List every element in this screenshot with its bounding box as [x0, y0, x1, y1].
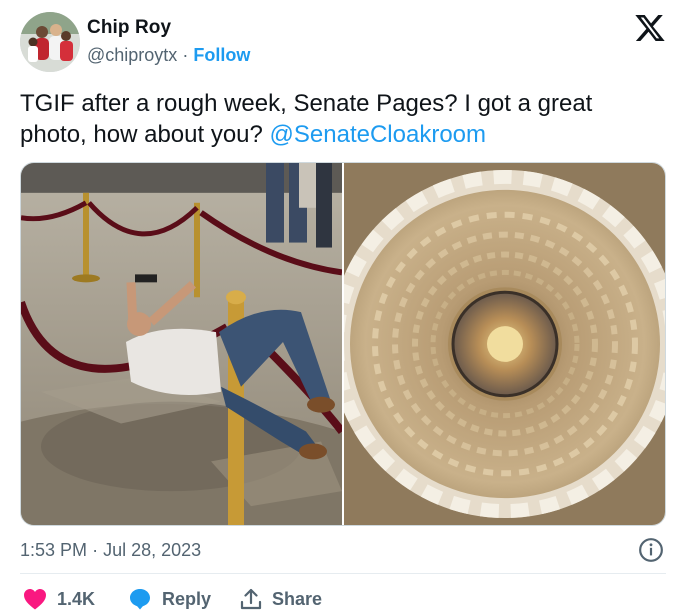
handle-separator: · [182, 45, 189, 65]
avatar-photo [20, 12, 80, 72]
tweet-date: Jul 28, 2023 [103, 540, 202, 560]
author-avatar[interactable] [20, 12, 80, 72]
photo-rotunda-floor[interactable] [21, 163, 342, 525]
share-label: Share [272, 588, 323, 609]
author-name[interactable]: Chip Roy [87, 17, 171, 39]
reply-bubble-icon [130, 589, 150, 610]
share-upload-icon [240, 588, 262, 610]
reply-button[interactable]: Reply [128, 586, 211, 612]
follow-button[interactable]: Follow [193, 45, 250, 65]
tweet-text: TGIF after a rough week, Senate Pages? I… [20, 88, 660, 150]
heart-icon [24, 589, 46, 610]
tweet-timestamp[interactable]: 1:53 PM · Jul 28, 2023 [20, 540, 201, 561]
info-icon[interactable] [638, 537, 664, 563]
tweet-time: 1:53 PM [20, 540, 88, 560]
rotunda-dome-photo [344, 163, 665, 525]
author-handle[interactable]: @chiproytx [87, 45, 177, 65]
divider [20, 573, 666, 574]
reply-label: Reply [162, 588, 212, 609]
photo-rotunda-dome[interactable] [344, 163, 665, 525]
media-grid [20, 162, 666, 526]
rotunda-floor-photo [21, 163, 342, 525]
timestamp-separator: · [92, 540, 99, 560]
tweet-embed-card: Chip Roy @chiproytx · Follow TGIF after … [0, 0, 682, 616]
mention-link[interactable]: @SenateCloakroom [270, 121, 486, 148]
like-button[interactable]: 1.4K [23, 586, 95, 612]
like-count: 1.4K [57, 588, 96, 609]
author-handle-row: @chiproytx · Follow [87, 45, 250, 66]
x-logo-icon[interactable] [634, 12, 666, 44]
share-button[interactable]: Share [240, 586, 322, 612]
